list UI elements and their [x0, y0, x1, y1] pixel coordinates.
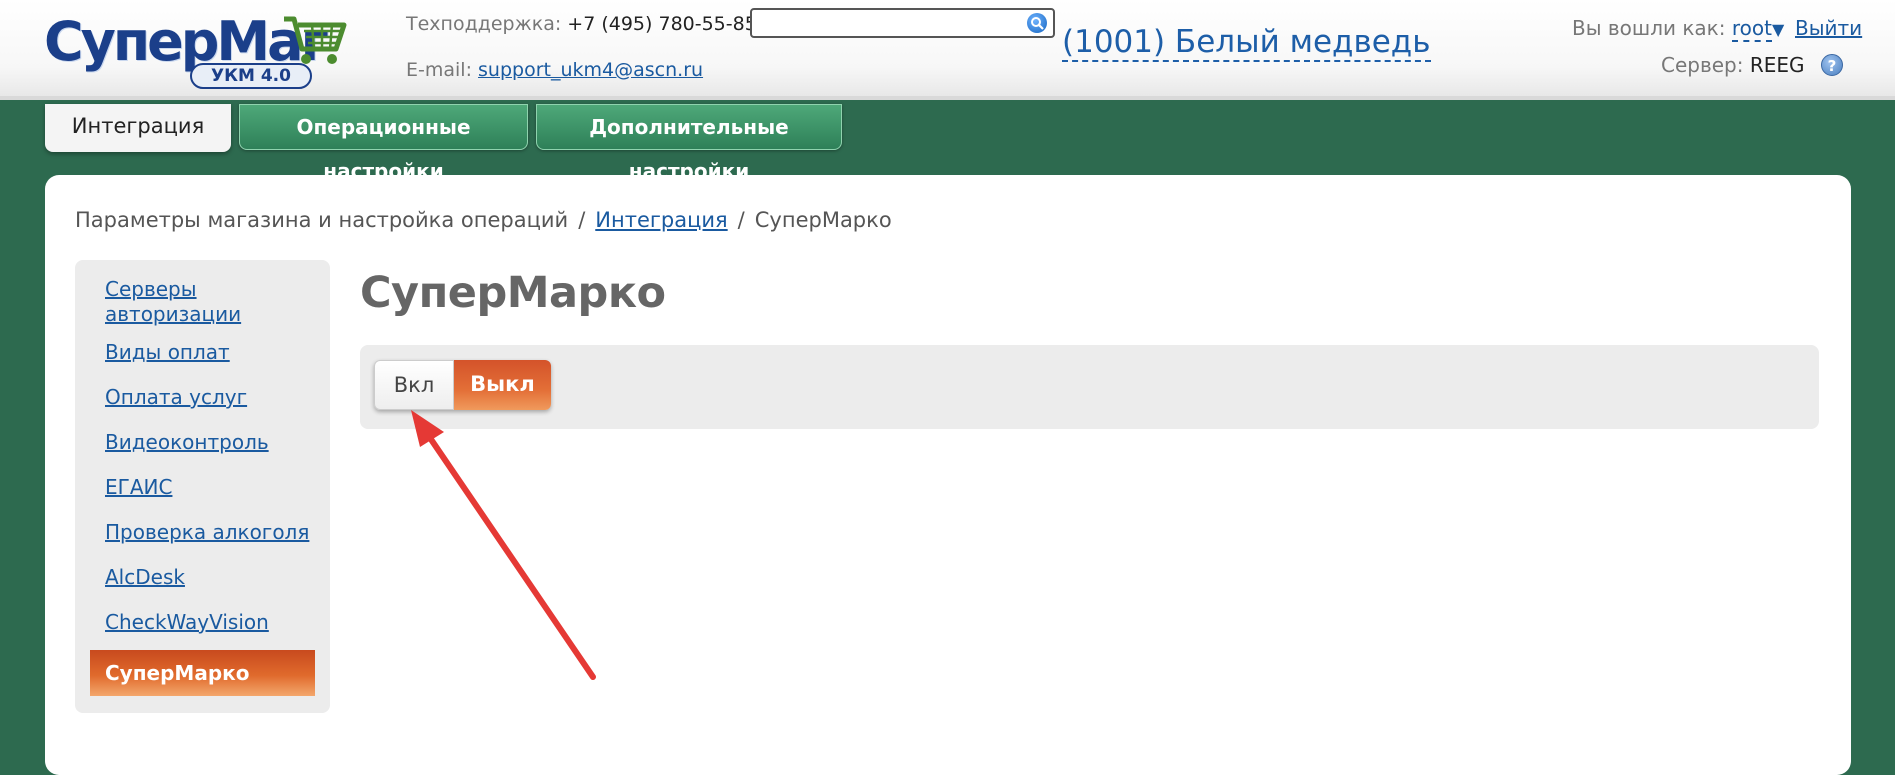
store-selector[interactable]: (1001) Белый медведь [1062, 24, 1431, 62]
server-label: Сервер: [1661, 53, 1744, 77]
search-button[interactable] [1027, 13, 1047, 33]
sidebar-item-alcohol-check[interactable]: Проверка алкоголя [105, 520, 315, 545]
tab-operational-settings[interactable]: Операционные настройки [239, 104, 528, 183]
server-info: Сервер: REEG [1661, 53, 1805, 77]
email-label: E-mail: [406, 59, 472, 81]
logout-link[interactable]: Выйти [1795, 16, 1862, 40]
sidebar-item-alcdesk[interactable]: AlcDesk [105, 565, 315, 590]
sidebar-item-egais[interactable]: ЕГАИС [105, 475, 315, 500]
user-info: Вы вошли как: root▼ [1572, 16, 1784, 42]
search-icon [1031, 17, 1044, 30]
support-email: E-mail: support_ukm4@ascn.ru [406, 59, 703, 81]
breadcrumb-link-integration[interactable]: Интеграция [595, 208, 727, 232]
breadcrumb-root: Параметры магазина и настройка операций [75, 208, 569, 232]
supermag-logo[interactable]: СуперМаг УКМ 4.0 [44, 10, 349, 90]
main-panel: Параметры магазина и настройка операций /… [45, 175, 1851, 775]
sidebar-item-auth-servers[interactable]: Серверы авторизации [105, 277, 315, 327]
search-input[interactable] [758, 13, 1022, 35]
sidebar: Серверы авторизации Виды оплат Оплата ус… [75, 260, 330, 713]
help-icon[interactable]: ? [1821, 54, 1843, 76]
breadcrumb-current: СуперМарко [754, 208, 892, 232]
support-email-link[interactable]: support_ukm4@ascn.ru [478, 59, 703, 81]
toggle-off-button[interactable]: Выкл [454, 360, 551, 410]
logged-in-label: Вы вошли как: [1572, 16, 1726, 40]
toggle-on-button[interactable]: Вкл [374, 360, 454, 410]
sidebar-item-payment-types[interactable]: Виды оплат [105, 340, 315, 365]
user-menu-link[interactable]: root [1731, 16, 1772, 42]
version-badge: УКМ 4.0 [190, 63, 312, 89]
support-label: Техподдержка: [406, 13, 562, 35]
support-phone: Техподдержка: +7 (495) 780-55-85 [406, 13, 757, 35]
toggle-container: Вкл Выкл [360, 345, 1819, 429]
support-phone-value: +7 (495) 780-55-85 [567, 13, 757, 35]
server-name: REEG [1749, 53, 1805, 77]
tab-additional-settings[interactable]: Дополнительные настройки [536, 104, 842, 183]
breadcrumb-separator: / [737, 208, 745, 232]
shopping-cart-icon [284, 16, 347, 64]
breadcrumb: Параметры магазина и настройка операций /… [75, 208, 892, 232]
sidebar-item-checkwayvision[interactable]: CheckWayVision [105, 610, 315, 635]
search-box [750, 8, 1055, 38]
page-title: СуперМарко [360, 268, 666, 318]
header: СуперМаг УКМ 4.0 Техподдержка: +7 (495) … [0, 0, 1895, 100]
sidebar-item-supermarko[interactable]: СуперМарко [90, 650, 315, 696]
tab-integration[interactable]: Интеграция [45, 104, 231, 152]
dropdown-arrow-icon[interactable]: ▼ [1772, 20, 1784, 39]
sidebar-item-video-control[interactable]: Видеоконтроль [105, 430, 315, 455]
breadcrumb-separator: / [578, 208, 586, 232]
sidebar-item-service-payment[interactable]: Оплата услуг [105, 385, 315, 410]
on-off-toggle[interactable]: Вкл Выкл [374, 360, 551, 410]
